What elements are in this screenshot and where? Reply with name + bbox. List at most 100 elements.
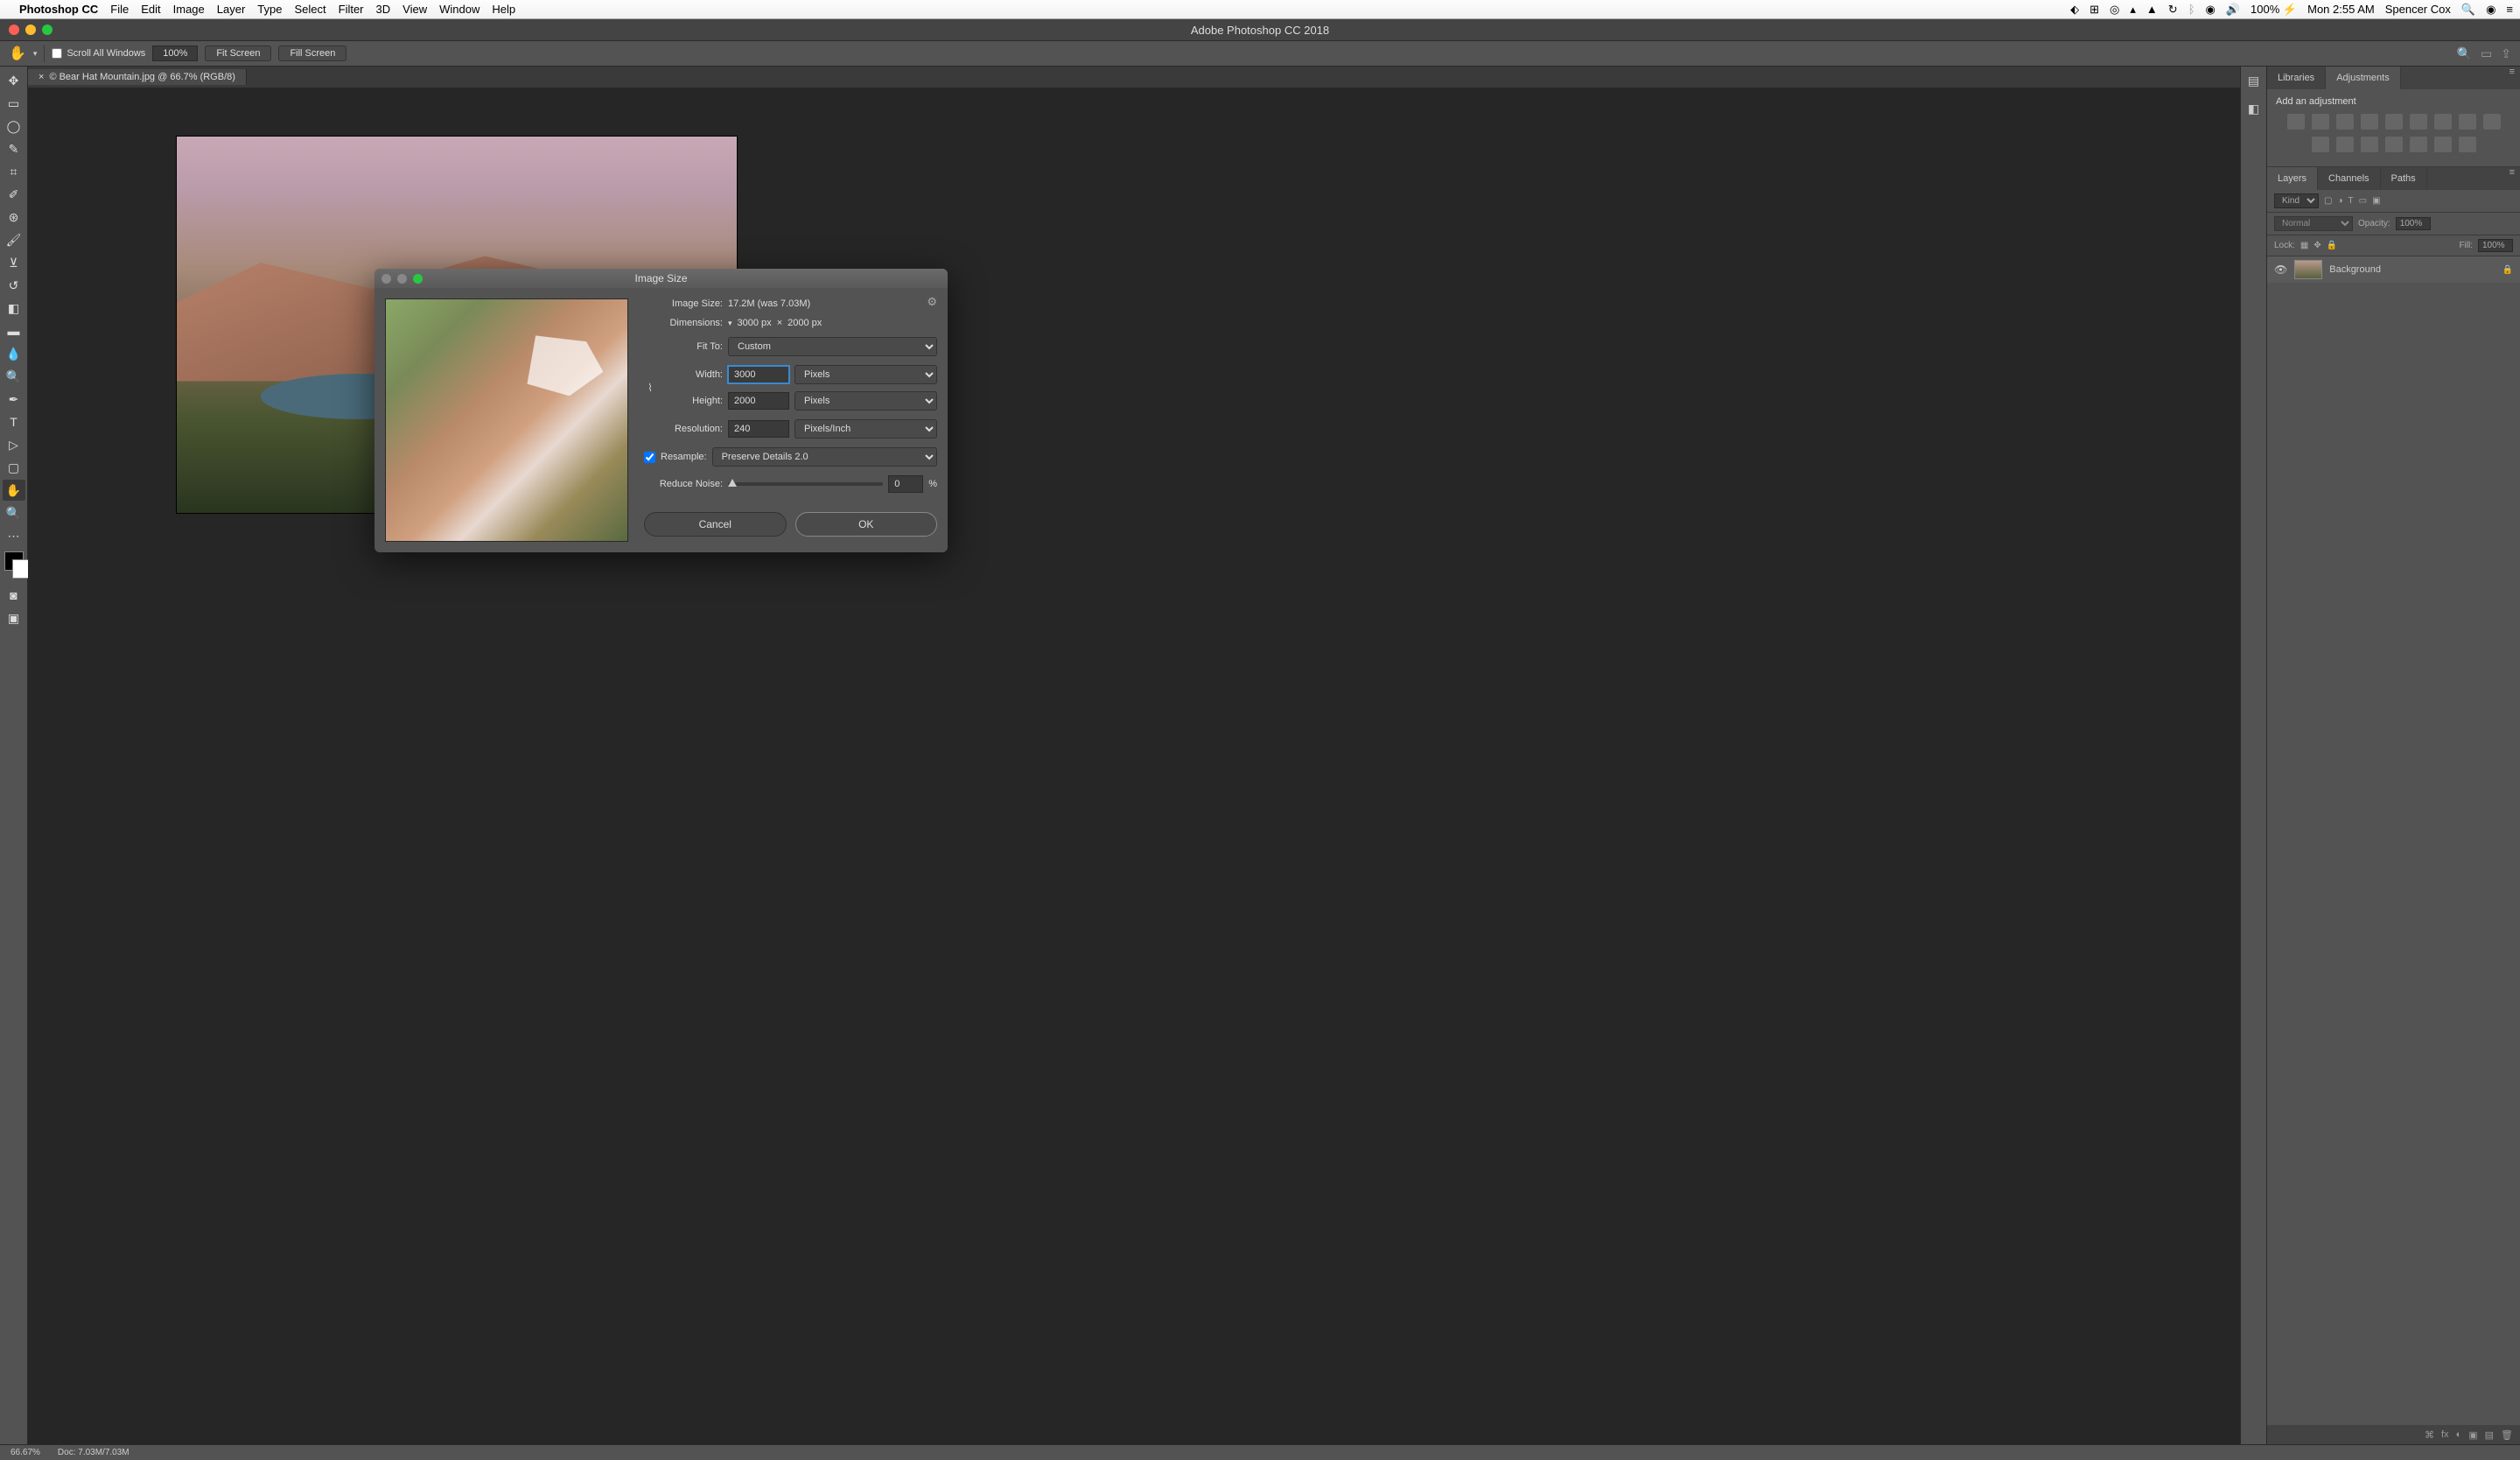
zoom-field[interactable] <box>152 46 198 61</box>
menu-help[interactable]: Help <box>492 3 515 16</box>
edit-toolbar[interactable]: ⋯ <box>3 525 25 546</box>
height-input[interactable] <box>728 392 789 410</box>
healing-tool[interactable]: ⊛ <box>3 207 25 228</box>
gradient-map-icon[interactable] <box>2434 137 2452 152</box>
channel-mixer-icon[interactable] <box>2312 137 2329 152</box>
menu-window[interactable]: Window <box>439 3 480 16</box>
gear-icon[interactable]: ⚙ <box>927 295 937 309</box>
tab-libraries[interactable]: Libraries <box>2267 67 2326 89</box>
scroll-all-windows-checkbox[interactable]: Scroll All Windows <box>52 48 145 59</box>
share-icon[interactable]: ⇪ <box>2501 46 2511 61</box>
preview-image[interactable] <box>385 298 628 542</box>
fit-to-select[interactable]: Custom <box>728 337 937 356</box>
blend-mode-select[interactable]: Normal <box>2274 216 2353 231</box>
width-input[interactable] <box>728 366 789 383</box>
tab-adjustments[interactable]: Adjustments <box>2326 67 2401 89</box>
window-minimize[interactable] <box>25 25 36 35</box>
arrange-icon[interactable]: ▭ <box>2481 46 2492 61</box>
color-balance-icon[interactable] <box>2434 114 2452 130</box>
color-lookup-icon[interactable] <box>2336 137 2354 152</box>
hand-tool[interactable]: ✋ <box>3 480 25 501</box>
layer-filter-select[interactable]: Kind <box>2274 193 2319 208</box>
opacity-input[interactable] <box>2396 217 2431 230</box>
spotlight-icon[interactable]: 🔍 <box>2461 3 2475 17</box>
menu-3d[interactable]: 3D <box>376 3 391 16</box>
filter-adj-icon[interactable]: ◑ <box>2337 196 2342 206</box>
vibrance-icon[interactable] <box>2385 114 2403 130</box>
dodge-tool[interactable]: 🔍 <box>3 366 25 387</box>
rectangle-tool[interactable]: ▢ <box>3 457 25 478</box>
battery-status[interactable]: 100% ⚡ <box>2250 3 2297 17</box>
properties-panel-icon[interactable]: ◧ <box>2245 100 2263 117</box>
app-menu[interactable]: Photoshop CC <box>19 3 98 16</box>
blur-tool[interactable]: 💧 <box>3 343 25 364</box>
tab-layers[interactable]: Layers <box>2267 167 2318 190</box>
menu-select[interactable]: Select <box>294 3 326 16</box>
menu-file[interactable]: File <box>110 3 129 16</box>
resolution-unit-select[interactable]: Pixels/Inch <box>794 419 937 439</box>
dialog-close[interactable] <box>382 274 391 284</box>
delete-layer-icon[interactable]: 🗑 <box>2501 1429 2513 1441</box>
move-tool[interactable]: ✥ <box>3 70 25 91</box>
window-zoom[interactable] <box>42 25 52 35</box>
bluetooth-icon[interactable]: ᛒ <box>2188 3 2195 16</box>
link-dimensions-icon[interactable]: ⌇ <box>644 366 656 410</box>
type-tool[interactable]: T <box>3 411 25 432</box>
notifications-icon[interactable]: ≡ <box>2506 3 2513 16</box>
quick-select-tool[interactable]: ✎ <box>3 138 25 159</box>
fill-screen-button[interactable]: Fill Screen <box>278 46 346 61</box>
filter-image-icon[interactable]: ▢ <box>2324 196 2332 206</box>
cc-icon[interactable]: ◎ <box>2110 3 2119 17</box>
dimensions-chevron-icon[interactable]: ▾ <box>728 319 732 328</box>
brush-tool[interactable]: 🖌 <box>3 229 25 250</box>
clock[interactable]: Mon 2:55 AM <box>2307 3 2375 16</box>
layer-row-background[interactable]: 👁 Background 🔒 <box>2267 256 2520 283</box>
tab-channels[interactable]: Channels <box>2318 167 2380 190</box>
threshold-icon[interactable] <box>2410 137 2427 152</box>
resolution-input[interactable] <box>728 420 789 438</box>
brightness-icon[interactable] <box>2287 114 2305 130</box>
filter-shape-icon[interactable]: ▭ <box>2359 196 2367 206</box>
visibility-icon[interactable]: 👁 <box>2274 263 2287 276</box>
filter-type-icon[interactable]: T <box>2348 196 2354 206</box>
hand-tool-icon[interactable]: ✋ <box>9 45 26 62</box>
hue-icon[interactable] <box>2410 114 2427 130</box>
tab-paths[interactable]: Paths <box>2381 167 2427 190</box>
stamp-tool[interactable]: ⊻ <box>3 252 25 273</box>
menu-edit[interactable]: Edit <box>141 3 160 16</box>
eyedropper-tool[interactable]: ✐ <box>3 184 25 205</box>
lock-all-icon[interactable]: 🔒 <box>2327 241 2337 250</box>
fill-input[interactable] <box>2478 239 2513 252</box>
wifi-icon[interactable]: ◉ <box>2206 3 2216 17</box>
menu-view[interactable]: View <box>402 3 427 16</box>
volume-icon[interactable]: 🔊 <box>2226 3 2240 17</box>
height-unit-select[interactable]: Pixels <box>794 391 937 411</box>
document-tab[interactable]: × © Bear Hat Mountain.jpg @ 66.7% (RGB/8… <box>28 69 247 85</box>
resample-checkbox[interactable] <box>644 452 655 463</box>
quick-mask[interactable]: ◙ <box>3 585 25 606</box>
siri-icon[interactable]: ◉ <box>2486 3 2496 17</box>
panel-menu-icon[interactable]: ≡ <box>2504 67 2520 89</box>
path-select-tool[interactable]: ▷ <box>3 434 25 455</box>
cancel-button[interactable]: Cancel <box>644 512 787 537</box>
search-icon[interactable]: 🔍 <box>2457 46 2472 61</box>
layers-menu-icon[interactable]: ≡ <box>2504 167 2520 190</box>
ok-button[interactable]: OK <box>795 512 938 537</box>
color-swatches[interactable] <box>4 551 24 571</box>
timemachine-icon[interactable]: ↻ <box>2168 3 2178 17</box>
flame-icon[interactable]: ▴ <box>2130 3 2136 17</box>
status-doc[interactable]: Doc: 7.03M/7.03M <box>58 1448 130 1457</box>
menu-layer[interactable]: Layer <box>217 3 246 16</box>
menu-filter[interactable]: Filter <box>339 3 364 16</box>
close-tab-icon[interactable]: × <box>38 72 44 82</box>
filter-smart-icon[interactable]: ▣ <box>2372 196 2380 206</box>
menu-image[interactable]: Image <box>173 3 205 16</box>
posterize-icon[interactable] <box>2385 137 2403 152</box>
new-layer-icon[interactable]: ▤ <box>2485 1429 2494 1441</box>
eraser-tool[interactable]: ◧ <box>3 298 25 319</box>
levels-icon[interactable] <box>2312 114 2329 130</box>
fit-screen-button[interactable]: Fit Screen <box>205 46 271 61</box>
photo-filter-icon[interactable] <box>2483 114 2501 130</box>
user-menu[interactable]: Spencer Cox <box>2385 3 2451 16</box>
link-layers-icon[interactable]: ⌘ <box>2425 1429 2434 1441</box>
